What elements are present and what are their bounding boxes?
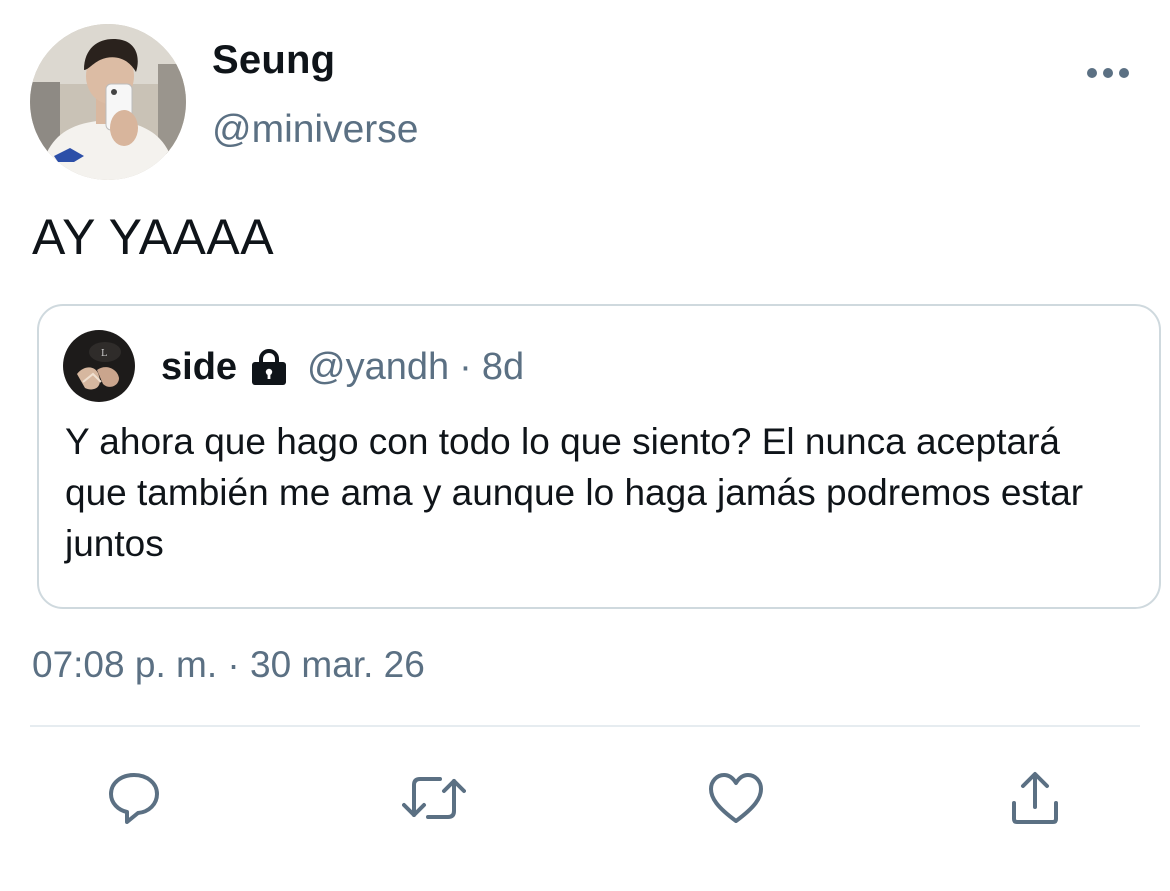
quoted-tweet-age[interactable]: 8d bbox=[482, 346, 524, 389]
more-options-button[interactable] bbox=[1082, 58, 1134, 92]
divider bbox=[30, 725, 1140, 727]
reply-icon bbox=[105, 769, 163, 832]
reply-button[interactable] bbox=[104, 770, 164, 830]
share-icon bbox=[1008, 769, 1062, 832]
quoted-author-avatar[interactable]: L bbox=[63, 330, 135, 402]
svg-text:L: L bbox=[101, 349, 107, 359]
quoted-tweet-text: Y ahora que hago con todo lo que siento?… bbox=[65, 421, 1084, 564]
separator-dot: · bbox=[459, 346, 472, 388]
quoted-tweet-card[interactable]: L side @yandh · 8d Y ahora que hago con … bbox=[37, 304, 1161, 609]
lock-icon bbox=[249, 348, 289, 388]
like-icon bbox=[707, 771, 765, 830]
more-icon bbox=[1086, 66, 1130, 84]
like-button[interactable] bbox=[706, 770, 766, 830]
author-display-name[interactable]: Seung bbox=[212, 38, 335, 83]
author-avatar[interactable] bbox=[30, 24, 186, 180]
quoted-author-display-name[interactable]: side bbox=[161, 346, 237, 389]
share-button[interactable] bbox=[1005, 770, 1065, 830]
author-handle[interactable]: @miniverse bbox=[212, 108, 418, 152]
tweet-detail: Seung @miniverse AY YAAAA L side @yandh … bbox=[0, 0, 1170, 891]
quoted-tweet-header: side @yandh · 8d bbox=[161, 346, 524, 389]
quoted-author-handle[interactable]: @yandh bbox=[307, 346, 449, 389]
tweet-text: AY YAAAA bbox=[32, 209, 275, 265]
retweet-button[interactable] bbox=[402, 769, 466, 832]
tweet-timestamp[interactable]: 07:08 p. m. · 30 mar. 26 bbox=[32, 644, 425, 686]
retweet-icon bbox=[402, 769, 466, 832]
